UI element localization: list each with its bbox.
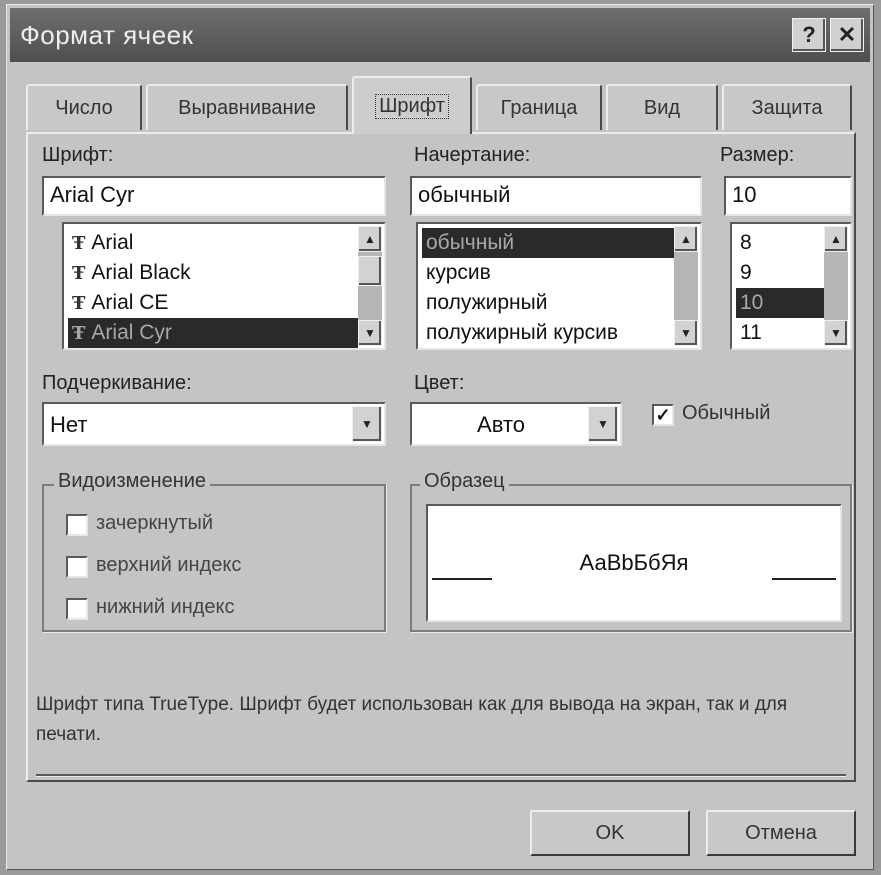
scroll-thumb[interactable] <box>358 256 382 286</box>
subscript-checkbox[interactable] <box>66 598 88 620</box>
font-list[interactable]: Ŧ Arial Ŧ Arial Black Ŧ Arial CE Ŧ Arial… <box>62 222 386 350</box>
list-item-label: Arial Cyr <box>91 321 172 344</box>
list-item[interactable]: Ŧ Arial Black <box>68 258 358 288</box>
subscript-label: нижний индекс <box>96 596 235 618</box>
style-list[interactable]: обычный курсив полужирный полужирный кур… <box>416 222 702 350</box>
size-list-scrollbar[interactable]: ▲ ▼ <box>824 226 848 346</box>
size-label: Размер: <box>720 144 795 166</box>
tab-font-label: Шрифт <box>375 93 449 119</box>
tab-border[interactable]: Граница <box>476 84 602 130</box>
superscript-checkbox[interactable] <box>66 556 88 578</box>
size-list[interactable]: 8 9 10 11 ▲ ▼ <box>730 222 852 350</box>
color-value: Авто <box>477 412 525 437</box>
sample-group-title: Образец <box>420 470 509 493</box>
list-item-label: Arial Black <box>91 261 191 284</box>
strikethrough-checkbox[interactable] <box>66 514 88 536</box>
font-name-input[interactable]: Arial Cyr <box>42 176 386 216</box>
scroll-up-icon[interactable]: ▲ <box>358 226 382 252</box>
scroll-up-icon[interactable]: ▲ <box>824 226 848 252</box>
tab-view[interactable]: Вид <box>606 84 718 130</box>
list-item-selected[interactable]: 10 <box>736 288 824 318</box>
style-input[interactable]: обычный <box>410 176 702 216</box>
format-cells-dialog: Формат ячеек ? ✕ Число Выравнивание Шриф… <box>6 4 874 870</box>
list-item-selected[interactable]: Ŧ Arial Cyr <box>68 318 358 348</box>
help-button[interactable]: ? <box>792 18 826 52</box>
ok-button[interactable]: OK <box>530 810 690 856</box>
color-select[interactable]: Авто ▼ <box>410 402 622 446</box>
scroll-down-icon[interactable]: ▼ <box>674 320 698 346</box>
list-item[interactable]: полужирный курсив <box>422 318 674 348</box>
divider <box>36 774 846 776</box>
list-item[interactable]: 11 <box>736 318 824 348</box>
tab-protection[interactable]: Защита <box>722 84 852 130</box>
strikethrough-label: зачеркнутый <box>96 512 214 534</box>
truetype-icon: Ŧ <box>72 292 86 314</box>
cancel-button[interactable]: Отмена <box>706 810 856 856</box>
underline-label: Подчеркивание: <box>42 372 192 394</box>
title-bar[interactable]: Формат ячеек ? ✕ <box>10 8 870 62</box>
truetype-icon: Ŧ <box>72 232 86 254</box>
style-label: Начертание: <box>414 144 531 166</box>
list-item-selected[interactable]: обычный <box>422 228 674 258</box>
scroll-down-icon[interactable]: ▼ <box>824 320 848 346</box>
style-list-scrollbar[interactable]: ▲ ▼ <box>674 226 698 346</box>
list-item[interactable]: курсив <box>422 258 674 288</box>
normal-font-checkbox[interactable]: ✓ <box>652 404 674 426</box>
underline-select[interactable]: Нет ▼ <box>42 402 386 446</box>
tab-font[interactable]: Шрифт <box>352 76 472 134</box>
list-item-label: Arial <box>91 231 134 254</box>
baseline-right <box>772 578 836 580</box>
list-item[interactable]: Ŧ Arial <box>68 228 358 258</box>
font-list-scrollbar[interactable]: ▲ ▼ <box>358 226 382 346</box>
truetype-icon: Ŧ <box>72 322 86 344</box>
scroll-down-icon[interactable]: ▼ <box>358 320 382 346</box>
list-item[interactable]: Ŧ Arial CE <box>68 288 358 318</box>
list-item[interactable]: полужирный <box>422 288 674 318</box>
sample-text: АаВbБбЯя <box>579 550 689 575</box>
sample-preview: АаВbБбЯя <box>426 504 842 622</box>
chevron-down-icon[interactable]: ▼ <box>352 406 382 442</box>
chevron-down-icon[interactable]: ▼ <box>588 406 618 442</box>
tab-alignment[interactable]: Выравнивание <box>146 84 348 130</box>
close-button[interactable]: ✕ <box>830 18 864 52</box>
color-label: Цвет: <box>414 372 465 394</box>
list-item[interactable]: 9 <box>736 258 824 288</box>
scroll-up-icon[interactable]: ▲ <box>674 226 698 252</box>
size-input[interactable]: 10 <box>724 176 852 216</box>
superscript-label: верхний индекс <box>96 554 242 576</box>
truetype-icon: Ŧ <box>72 262 86 284</box>
underline-value: Нет <box>50 412 88 437</box>
font-label: Шрифт: <box>42 144 114 166</box>
window-title: Формат ячеек <box>20 20 194 50</box>
effects-group-title: Видоизменение <box>54 470 211 493</box>
baseline-left <box>432 578 492 580</box>
list-item[interactable]: 8 <box>736 228 824 258</box>
font-description: Шрифт типа TrueType. Шрифт будет использ… <box>36 694 788 745</box>
tab-number[interactable]: Число <box>26 84 142 130</box>
normal-font-label: Обычный <box>682 402 771 424</box>
list-item-label: Arial CE <box>91 291 169 314</box>
